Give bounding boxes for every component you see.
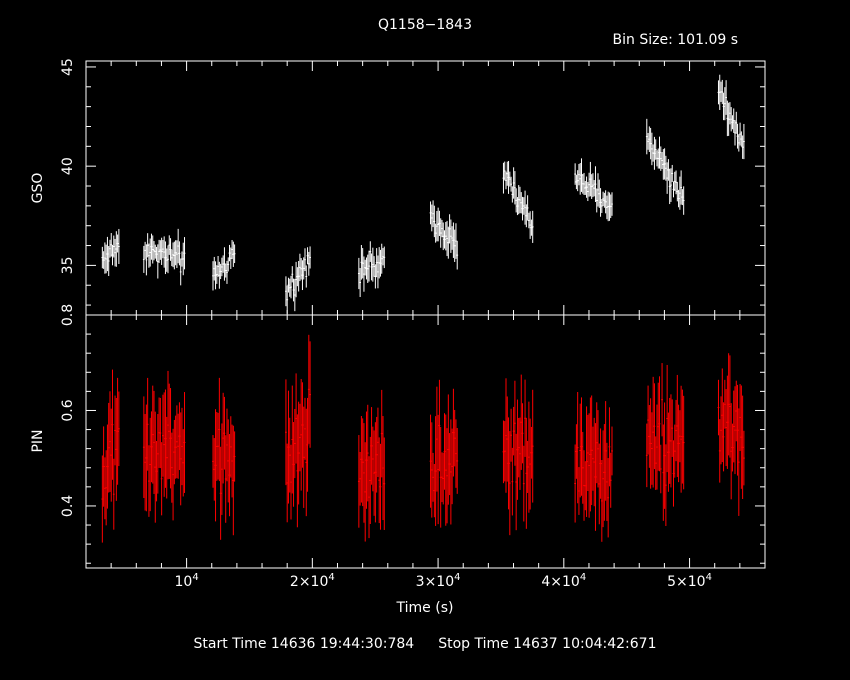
time-range-footer: Start Time 14636 19:44:30:784 Stop Time 1… bbox=[0, 636, 850, 652]
pin-panel: 0.4 0.6 0.8 bbox=[60, 304, 766, 569]
gso-panel-frame bbox=[85, 60, 766, 316]
y-tick-label: 0.6 bbox=[60, 399, 76, 421]
pin-axis-label: PIN bbox=[30, 429, 46, 452]
start-time-label: Start Time 14636 19:44:30:784 bbox=[193, 636, 415, 652]
x-tick-label: 104 bbox=[174, 572, 198, 590]
stop-time-label: Stop Time 14637 10:04:42:671 bbox=[438, 636, 657, 652]
y-tick-label: 45 bbox=[60, 58, 76, 76]
x-tick-label: 4×104 bbox=[541, 572, 586, 590]
y-tick-label: 35 bbox=[60, 256, 76, 274]
x-axis-label: Time (s) bbox=[396, 600, 454, 616]
x-tick-label: 2×104 bbox=[290, 572, 335, 590]
y-tick-label: 0.4 bbox=[60, 495, 76, 517]
y-tick-label: 0.8 bbox=[60, 304, 76, 326]
y-tick-label: 40 bbox=[60, 157, 76, 175]
gso-axis-label: GSO bbox=[30, 173, 46, 204]
gso-panel: 35 40 45 bbox=[60, 58, 766, 316]
chart-title: Q1158−1843 bbox=[378, 17, 472, 33]
light-curve-plot: Q1158−1843 Bin Size: 101.09 s 35 40 45 0.4… bbox=[30, 17, 766, 616]
x-tick-label: 5×104 bbox=[667, 572, 712, 590]
bin-size-label: Bin Size: 101.09 s bbox=[613, 32, 738, 48]
x-tick-label: 3×104 bbox=[416, 572, 461, 590]
